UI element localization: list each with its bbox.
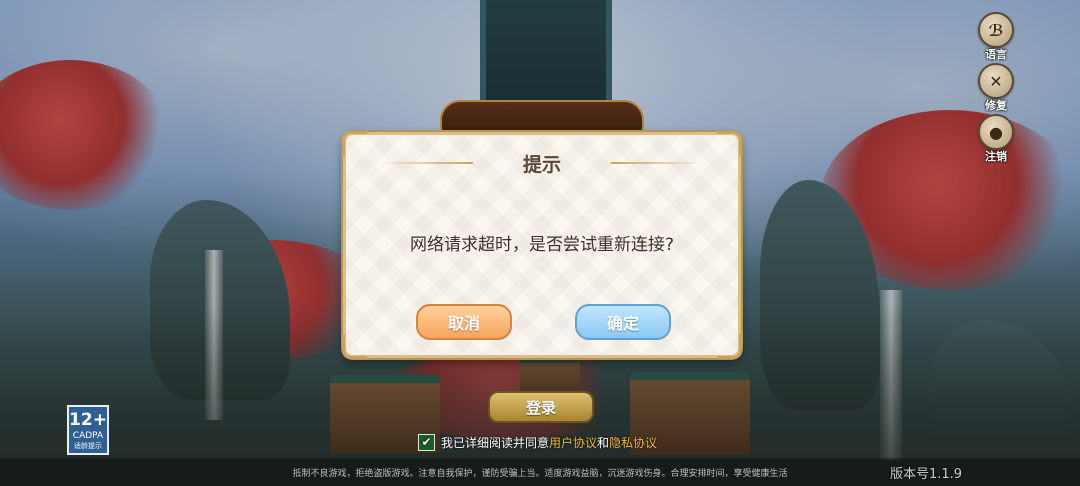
age-rating-number: 12+ xyxy=(69,410,107,430)
language-button[interactable]: ℬ 语言 xyxy=(976,12,1016,62)
agreement-prefix: 我已详细阅读并同意 xyxy=(441,435,550,450)
user-agreement-link[interactable]: 用户协议 xyxy=(549,434,597,451)
login-button[interactable]: 登录 xyxy=(488,391,594,423)
dialog-message: 网络请求超时，是否尝试重新连接? xyxy=(409,235,675,255)
cancel-button[interactable]: 取消 xyxy=(416,304,512,340)
wrench-icon: ✕ xyxy=(978,63,1014,99)
privacy-policy-link[interactable]: 隐私协议 xyxy=(609,434,657,451)
repair-label: 修复 xyxy=(985,99,1007,112)
confirm-button[interactable]: 确定 xyxy=(575,304,671,340)
agreement-row: ✔ 我已详细阅读并同意 用户协议 和 隐私协议 xyxy=(418,432,657,452)
age-rating-org: CADPA xyxy=(72,431,104,441)
repair-button[interactable]: ✕ 修复 xyxy=(976,63,1016,113)
dialog-corner-ornament xyxy=(342,334,367,359)
language-icon: ℬ xyxy=(978,12,1014,48)
age-rating-tip: 适龄提示 xyxy=(74,442,102,450)
age-rating-badge: 12+ CADPA 适龄提示 xyxy=(67,405,109,455)
agreement-and: 和 xyxy=(597,435,610,450)
language-label: 语言 xyxy=(985,48,1007,61)
logout-button[interactable]: ● 注销 xyxy=(976,114,1016,164)
version-label: 版本号1.1.9 xyxy=(890,467,963,482)
timeout-dialog: 提示 网络请求超时，是否尝试重新连接? 取消 确定 xyxy=(342,131,742,359)
dialog-corner-ornament xyxy=(717,334,742,359)
dialog-title: 提示 xyxy=(522,154,561,176)
logout-label: 注销 xyxy=(985,150,1007,163)
agreement-checkbox[interactable]: ✔ xyxy=(418,433,435,451)
user-icon: ● xyxy=(978,114,1014,150)
